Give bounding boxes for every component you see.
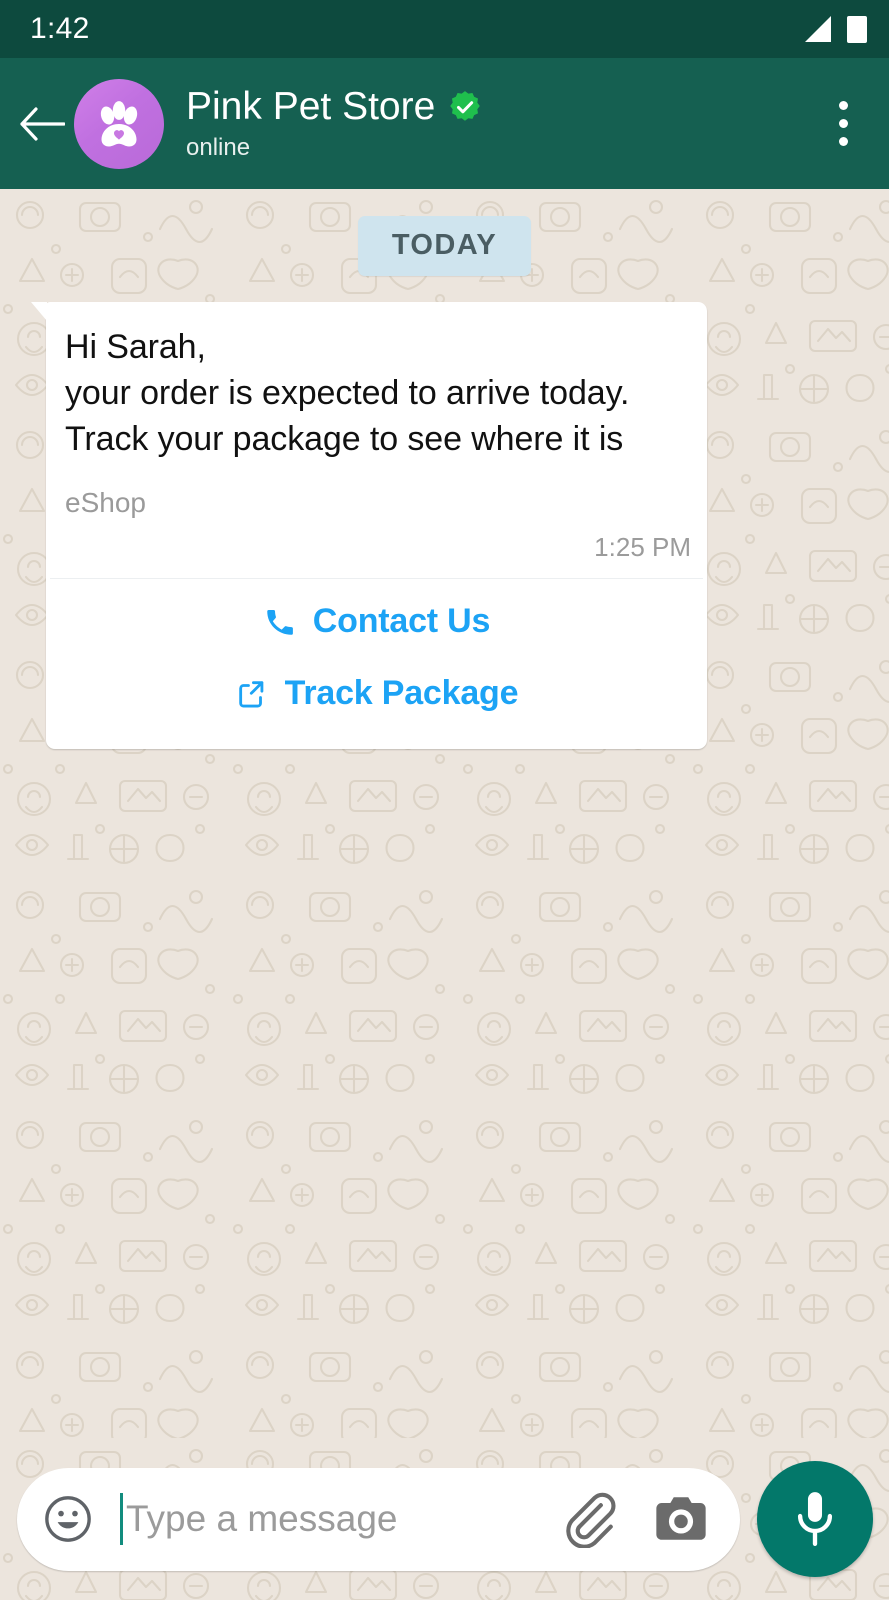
incoming-message-bubble[interactable]: Hi Sarah, your order is expected to arri… bbox=[31, 302, 707, 749]
message-row: Hi Sarah, your order is expected to arri… bbox=[0, 276, 889, 749]
message-body: Hi Sarah, your order is expected to arri… bbox=[46, 302, 707, 520]
paperclip-icon bbox=[566, 1492, 616, 1548]
header-text-block[interactable]: Pink Pet Store online bbox=[186, 84, 815, 163]
contact-us-button[interactable]: Contact Us bbox=[46, 585, 707, 657]
track-package-label: Track Package bbox=[284, 674, 519, 712]
overflow-menu-icon bbox=[838, 137, 848, 146]
overflow-menu-button[interactable] bbox=[815, 93, 871, 155]
status-bar-clock: 1:42 bbox=[30, 12, 90, 45]
back-button[interactable] bbox=[14, 96, 70, 152]
camera-button[interactable] bbox=[652, 1492, 710, 1546]
verified-badge-icon bbox=[450, 91, 481, 121]
camera-icon bbox=[656, 1497, 706, 1540]
status-bar: 1:42 bbox=[0, 0, 889, 58]
track-package-button[interactable]: Track Package bbox=[46, 657, 707, 729]
presence-status: online bbox=[186, 134, 251, 161]
back-arrow-icon bbox=[20, 106, 65, 141]
chat-header: Pink Pet Store online bbox=[0, 58, 889, 189]
text-cursor bbox=[120, 1493, 123, 1545]
microphone-icon bbox=[797, 1492, 833, 1546]
message-input-pill[interactable]: Type a message bbox=[17, 1467, 740, 1571]
battery-full-icon bbox=[847, 15, 867, 43]
signal-triangle-icon bbox=[805, 16, 831, 42]
phone-icon bbox=[267, 609, 293, 635]
message-input-placeholder[interactable]: Type a message bbox=[126, 1498, 560, 1540]
paw-print-avatar bbox=[100, 100, 138, 146]
overflow-menu-icon bbox=[838, 101, 848, 110]
message-timestamp: 1:25 PM bbox=[594, 532, 691, 562]
whatsapp-chat-screen: 1:42 Pink Pet Store online TODAY Hi Sara… bbox=[0, 0, 889, 1600]
page-title: Pink Pet Store bbox=[186, 85, 436, 128]
overflow-menu-icon bbox=[838, 119, 848, 128]
message-footer-label: eShop bbox=[65, 487, 146, 518]
chat-message-area: TODAY Hi Sarah, your order is expected t… bbox=[0, 189, 889, 1438]
date-divider-wrap: TODAY bbox=[0, 189, 889, 276]
avatar[interactable] bbox=[74, 78, 164, 169]
emoji-button[interactable] bbox=[41, 1492, 95, 1546]
message-composer: Type a message bbox=[0, 1438, 889, 1600]
header-title-row: Pink Pet Store bbox=[186, 84, 815, 130]
external-link-icon bbox=[238, 680, 263, 707]
voice-record-button[interactable] bbox=[757, 1461, 873, 1577]
contact-us-label: Contact Us bbox=[312, 602, 491, 640]
date-divider-chip: TODAY bbox=[357, 216, 532, 276]
message-text: Hi Sarah, your order is expected to arri… bbox=[65, 328, 630, 458]
attach-button[interactable] bbox=[560, 1490, 618, 1548]
emoji-smiley-icon bbox=[45, 1496, 91, 1542]
message-action-list: Contact Us Track Package bbox=[46, 579, 707, 749]
status-bar-icons bbox=[805, 15, 867, 43]
